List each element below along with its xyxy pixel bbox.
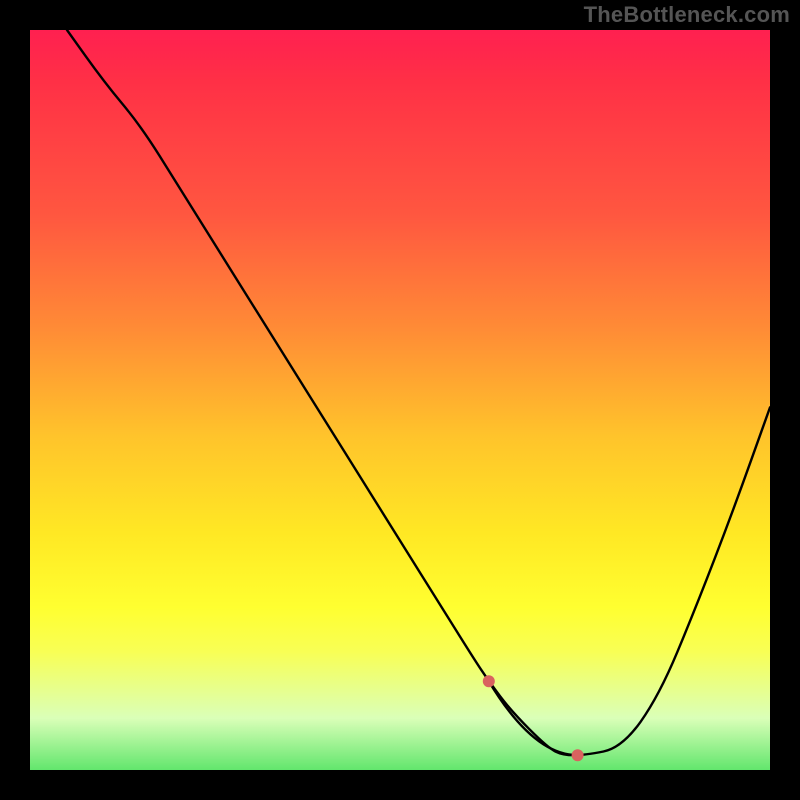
highlight-dot-end — [572, 749, 584, 761]
curve-svg — [30, 30, 770, 770]
plot-area — [30, 30, 770, 770]
bottleneck-curve — [67, 30, 770, 755]
highlight-segment — [489, 681, 578, 755]
watermark-text: TheBottleneck.com — [584, 2, 790, 28]
highlight-dot-start — [483, 675, 495, 687]
chart-frame: TheBottleneck.com — [0, 0, 800, 800]
